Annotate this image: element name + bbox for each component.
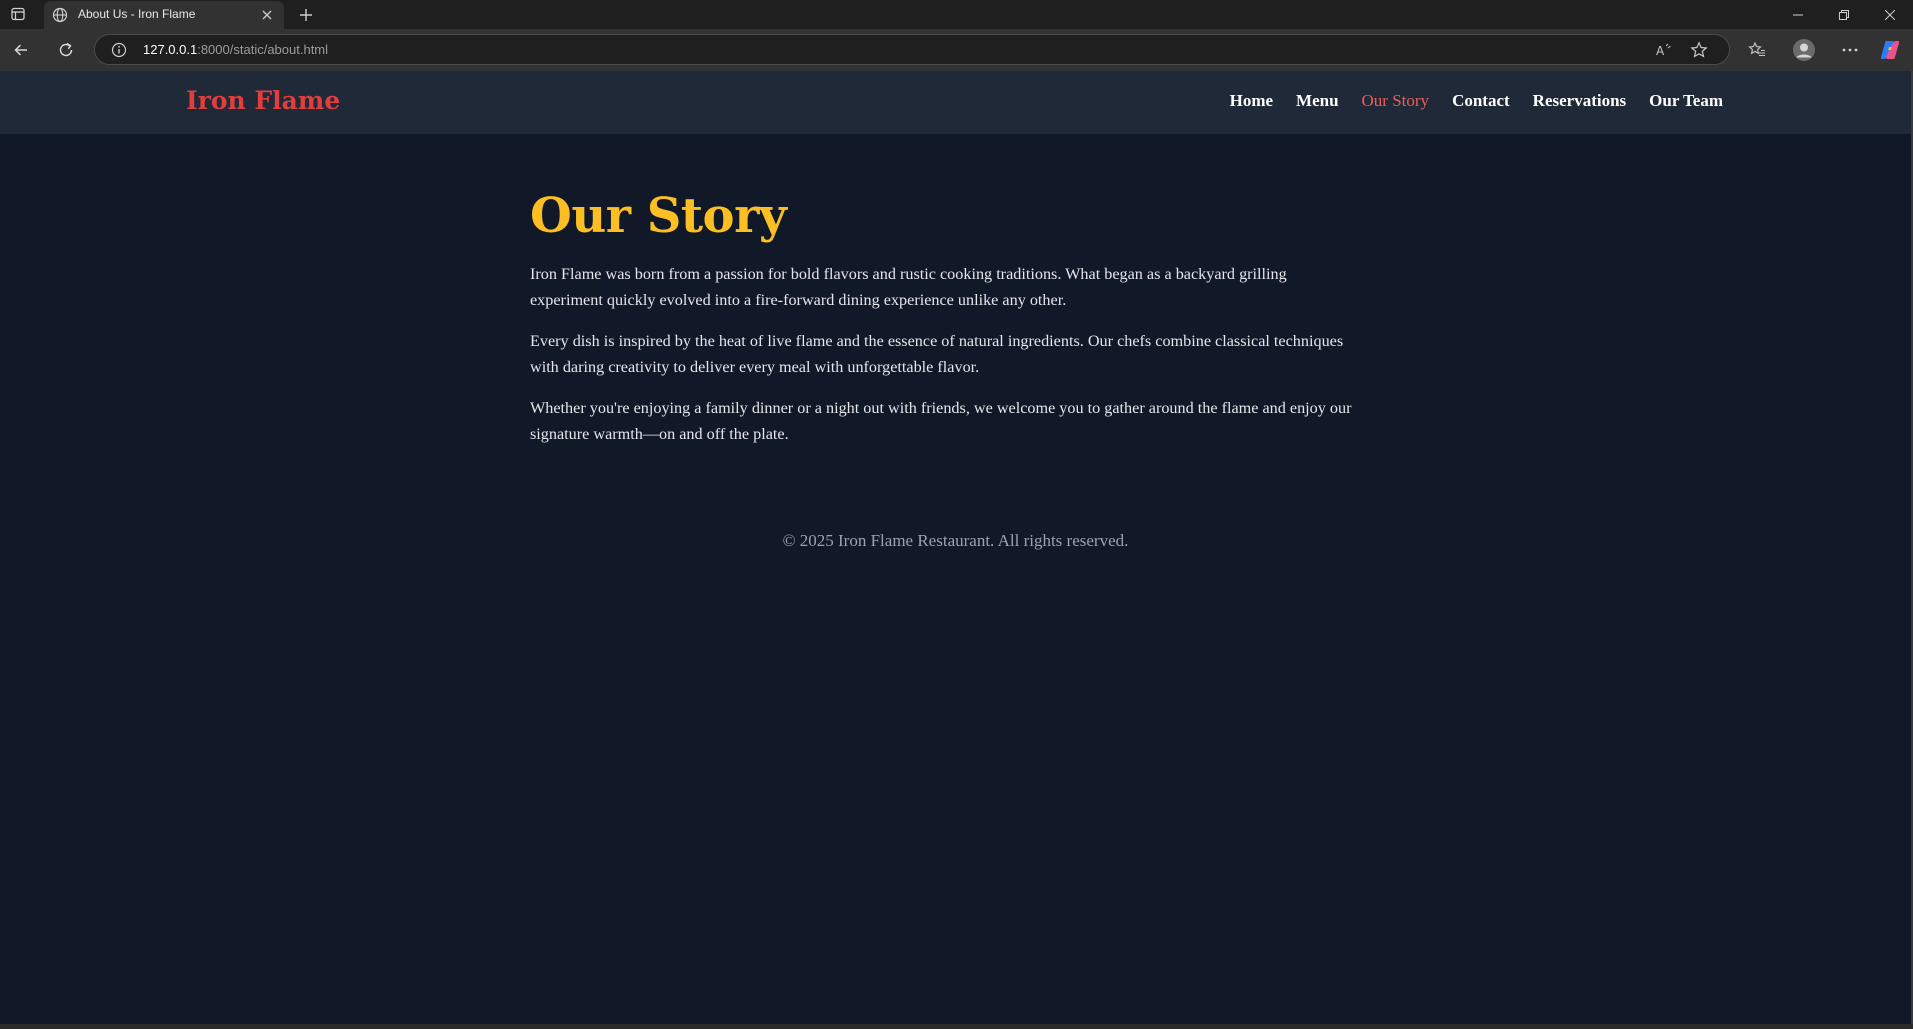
plus-icon[interactable] bbox=[294, 4, 318, 26]
nav-link-reservations[interactable]: Reservations bbox=[1533, 91, 1626, 111]
main-nav: Home Menu Our Story Contact Reservations… bbox=[1207, 91, 1723, 111]
story-paragraph: Every dish is inspired by the heat of li… bbox=[530, 332, 1344, 376]
story-paragraph: Whether you're enjoying a family dinner … bbox=[530, 399, 1352, 443]
url-host: 127.0.0.1 bbox=[143, 42, 198, 57]
read-aloud-icon[interactable]: A bbox=[1655, 41, 1675, 59]
close-icon[interactable] bbox=[258, 6, 276, 24]
window-bottom-edge bbox=[0, 1024, 1913, 1029]
site-footer: © 2025 Iron Flame Restaurant. All rights… bbox=[782, 531, 1129, 550]
page-title: Our Story bbox=[530, 188, 787, 244]
url-text: 127.0.0.1:8000/static/about.html bbox=[143, 42, 328, 57]
browser-tab-active[interactable]: About Us - Iron Flame bbox=[44, 1, 284, 29]
tab-actions-icon[interactable] bbox=[6, 3, 30, 25]
minimize-icon[interactable] bbox=[1775, 0, 1821, 29]
browser-toolbar: 127.0.0.1:8000/static/about.html A bbox=[0, 29, 1913, 71]
site-header: Iron Flame Home Menu Our Story Contact R… bbox=[0, 71, 1911, 134]
nav-link-home[interactable]: Home bbox=[1230, 91, 1273, 111]
nav-link-our-story[interactable]: Our Story bbox=[1362, 91, 1430, 111]
back-arrow-icon[interactable] bbox=[8, 38, 34, 62]
info-icon[interactable] bbox=[111, 42, 127, 58]
nav-link-contact[interactable]: Contact bbox=[1452, 91, 1510, 111]
restore-icon[interactable] bbox=[1821, 0, 1867, 29]
address-bar[interactable]: 127.0.0.1:8000/static/about.html A bbox=[94, 34, 1730, 65]
tab-title: About Us - Iron Flame bbox=[78, 7, 196, 21]
globe-icon bbox=[52, 7, 68, 23]
copilot-icon[interactable] bbox=[1877, 38, 1903, 62]
page-viewport: Iron Flame Home Menu Our Story Contact R… bbox=[0, 71, 1911, 1024]
star-icon[interactable] bbox=[1689, 41, 1709, 59]
svg-text:A: A bbox=[1656, 44, 1665, 57]
window-close-icon[interactable] bbox=[1867, 0, 1913, 29]
site-logo[interactable]: Iron Flame bbox=[186, 86, 340, 115]
reload-icon[interactable] bbox=[53, 38, 79, 62]
url-path: :8000/static/about.html bbox=[197, 42, 329, 57]
main-content: Our Story Iron Flame was born from a pas… bbox=[530, 187, 1360, 447]
nav-link-our-team[interactable]: Our Team bbox=[1649, 91, 1723, 111]
more-icon[interactable] bbox=[1837, 38, 1863, 62]
nav-link-menu[interactable]: Menu bbox=[1296, 91, 1339, 111]
profile-icon[interactable] bbox=[1791, 38, 1817, 62]
story-paragraph: Iron Flame was born from a passion for b… bbox=[530, 265, 1287, 309]
favorites-icon[interactable] bbox=[1744, 38, 1770, 62]
browser-tab-bar: About Us - Iron Flame bbox=[0, 0, 1913, 29]
